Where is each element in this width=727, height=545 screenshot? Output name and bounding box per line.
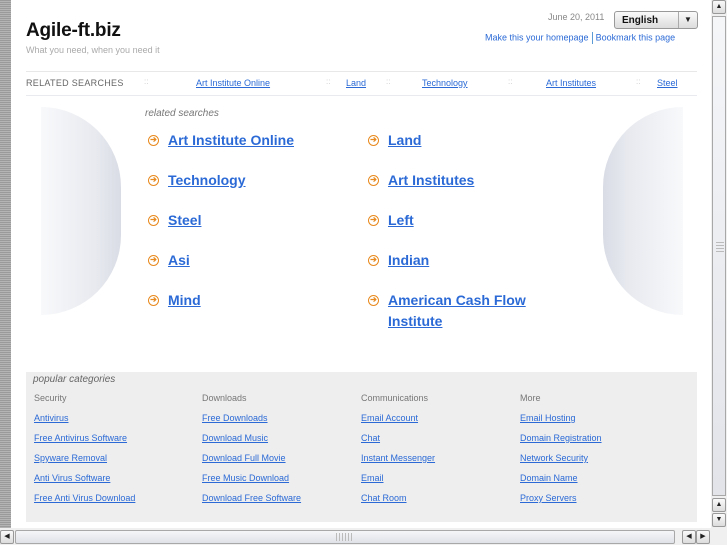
related-search-link[interactable]: Steel <box>168 210 358 231</box>
date: June 20, 2011 <box>548 12 605 22</box>
related-bar-link[interactable]: Art Institutes <box>546 78 596 88</box>
category-link[interactable]: Download Free Software <box>202 493 301 513</box>
top-links: Make this your homepage Bookmark this pag… <box>485 32 675 44</box>
related-search-link[interactable]: Left <box>388 210 578 231</box>
arrow-right-icon: ➔ <box>148 215 159 226</box>
category-link[interactable]: Free Anti Virus Download <box>34 493 135 513</box>
divider <box>591 32 593 44</box>
separator: :: <box>636 77 641 86</box>
bookmark-link[interactable]: Bookmark this page <box>596 32 676 42</box>
scroll-down-icon[interactable]: ▼ <box>712 513 726 527</box>
category-link[interactable]: Domain Name <box>520 473 602 493</box>
decorative-half-circle-right <box>603 107 683 315</box>
scroll-left-icon[interactable]: ◀ <box>0 530 14 544</box>
window-edge <box>0 0 11 528</box>
related-search-link[interactable]: Land <box>388 130 578 151</box>
related-search-link[interactable]: Asi <box>168 250 358 271</box>
separator: :: <box>386 77 391 86</box>
site-title: Agile-ft.biz <box>26 20 121 41</box>
arrow-right-icon: ➔ <box>368 135 379 146</box>
related-searches-label: related searches <box>145 108 219 119</box>
page: Agile-ft.biz What you need, when you nee… <box>11 0 711 528</box>
arrow-right-icon: ➔ <box>148 255 159 266</box>
category-link[interactable]: Instant Messenger <box>361 453 435 473</box>
related-bar-label: RELATED SEARCHES <box>26 78 124 88</box>
related-search-link[interactable]: Technology <box>168 170 358 191</box>
category-column: Downloads Free Downloads Download Music … <box>202 393 301 513</box>
arrow-right-icon: ➔ <box>148 295 159 306</box>
category-heading: More <box>520 393 541 403</box>
arrow-right-icon: ➔ <box>368 215 379 226</box>
horizontal-scroll-thumb[interactable] <box>15 530 675 544</box>
separator: :: <box>326 77 331 86</box>
chevron-down-icon[interactable]: ▼ <box>678 12 697 28</box>
related-bar-link[interactable]: Technology <box>422 78 468 88</box>
arrow-right-icon: ➔ <box>148 135 159 146</box>
vertical-scroll-thumb[interactable] <box>712 16 726 496</box>
related-bar-link[interactable]: Art Institute Online <box>196 78 270 88</box>
category-link[interactable]: Domain Registration <box>520 433 602 453</box>
tagline: What you need, when you need it <box>26 45 160 55</box>
related-bar-link[interactable]: Steel <box>657 78 678 88</box>
category-link[interactable]: Chat <box>361 433 435 453</box>
category-link[interactable]: Download Full Movie <box>202 453 301 473</box>
category-link[interactable]: Network Security <box>520 453 602 473</box>
grip-icon <box>336 533 352 541</box>
arrow-right-icon: ➔ <box>368 175 379 186</box>
popular-categories: popular categories Security Antivirus Fr… <box>26 372 697 522</box>
category-link[interactable]: Proxy Servers <box>520 493 602 513</box>
category-link[interactable]: Free Downloads <box>202 413 301 433</box>
language-select[interactable]: English ▼ <box>614 11 698 29</box>
category-column: Security Antivirus Free Antivirus Softwa… <box>34 393 135 513</box>
category-heading: Security <box>34 393 67 403</box>
related-search-link[interactable]: American Cash Flow Institute <box>388 290 578 332</box>
category-heading: Downloads <box>202 393 247 403</box>
category-link[interactable]: Chat Room <box>361 493 435 513</box>
category-link[interactable]: Anti Virus Software <box>34 473 135 493</box>
category-link[interactable]: Email <box>361 473 435 493</box>
make-homepage-link[interactable]: Make this your homepage <box>485 32 589 42</box>
separator: :: <box>144 77 149 86</box>
arrow-right-icon: ➔ <box>368 255 379 266</box>
language-value: English <box>622 15 659 26</box>
category-column: Communications Email Account Chat Instan… <box>361 393 435 513</box>
arrow-right-icon: ➔ <box>368 295 379 306</box>
category-column: More Email Hosting Domain Registration N… <box>520 393 602 513</box>
category-link[interactable]: Spyware Removal <box>34 453 135 473</box>
category-link[interactable]: Email Hosting <box>520 413 602 433</box>
grip-icon <box>716 242 724 252</box>
popular-categories-title: popular categories <box>33 374 116 385</box>
related-search-link[interactable]: Art Institutes <box>388 170 578 191</box>
horizontal-scrollbar[interactable]: ◀ ◀ ▶ <box>0 528 727 545</box>
category-link[interactable]: Free Music Download <box>202 473 301 493</box>
arrow-right-icon: ➔ <box>148 175 159 186</box>
related-bar-link[interactable]: Land <box>346 78 366 88</box>
category-heading: Communications <box>361 393 429 403</box>
related-search-link[interactable]: Mind <box>168 290 358 311</box>
scroll-up-icon[interactable]: ▲ <box>712 498 726 512</box>
separator: :: <box>508 77 513 86</box>
related-search-link[interactable]: Indian <box>388 250 578 271</box>
related-searches-bar: RELATED SEARCHES :: Art Institute Online… <box>26 71 697 96</box>
scroll-left-icon[interactable]: ◀ <box>682 530 696 544</box>
decorative-half-circle-left <box>41 107 121 315</box>
vertical-scrollbar[interactable]: ▲ ▲ ▼ <box>711 0 727 528</box>
category-link[interactable]: Free Antivirus Software <box>34 433 135 453</box>
scroll-up-icon[interactable]: ▲ <box>712 0 726 14</box>
scroll-right-icon[interactable]: ▶ <box>696 530 710 544</box>
category-link[interactable]: Download Music <box>202 433 301 453</box>
related-search-link[interactable]: Art Institute Online <box>168 130 358 151</box>
category-link[interactable]: Antivirus <box>34 413 135 433</box>
category-link[interactable]: Email Account <box>361 413 435 433</box>
